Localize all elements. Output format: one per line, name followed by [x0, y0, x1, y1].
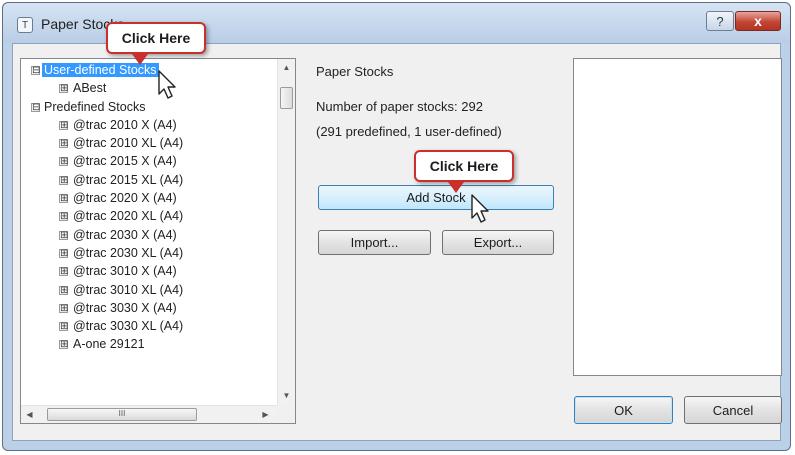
tree-item-label: @trac 3030 X (A4) [73, 300, 177, 315]
expand-icon[interactable]: ⊞ [59, 248, 68, 258]
expand-icon[interactable]: ⊞ [59, 175, 68, 185]
export-button[interactable]: Export... [442, 230, 554, 255]
tree-item-label: A-one 29121 [73, 337, 145, 352]
tree-item[interactable]: ⊞ @trac 2020 X (A4) [21, 190, 277, 208]
scroll-left-icon[interactable]: ◀ [21, 406, 38, 423]
add-stock-button[interactable]: Add Stock [318, 185, 554, 210]
tree-item[interactable]: ⊞ ABest [21, 80, 277, 98]
tree-item[interactable]: ⊞ @trac 2015 XL (A4) [21, 172, 277, 190]
expand-icon[interactable]: ⊞ [59, 230, 68, 240]
tree-item-label: @trac 2020 XL (A4) [73, 209, 184, 224]
expand-icon[interactable]: ⊞ [59, 285, 68, 295]
close-button[interactable]: x [735, 11, 781, 31]
scroll-up-icon[interactable]: ▲ [278, 59, 295, 76]
tree-item[interactable]: ⊞ @trac 2010 XL (A4) [21, 135, 277, 153]
vertical-scrollbar[interactable]: ▲ ▼ [277, 59, 295, 405]
help-button[interactable]: ? [706, 11, 734, 31]
group-label: Paper Stocks [316, 64, 394, 79]
scroll-down-icon[interactable]: ▼ [278, 387, 295, 404]
tree-item-label: @trac 2015 X (A4) [73, 154, 177, 169]
tree-item-label: @trac 2030 X (A4) [73, 227, 177, 242]
tree-list: ⊟ User-defined Stocks ⊞ ABest ⊟ Predefined St… [21, 62, 277, 404]
expand-icon[interactable]: ⊞ [59, 340, 68, 350]
expand-icon[interactable]: ⊞ [59, 120, 68, 130]
tree-item-label: @trac 2015 XL (A4) [73, 172, 184, 187]
tree-item-label: @trac 2020 X (A4) [73, 191, 177, 206]
tree-item-label: @trac 2030 XL (A4) [73, 245, 184, 260]
app-icon: T [17, 17, 33, 33]
tree-item[interactable]: ⊟ Predefined Stocks [21, 99, 277, 117]
expand-icon[interactable]: ⊞ [59, 194, 68, 204]
callout-pointer-top [132, 54, 148, 65]
expand-icon[interactable]: ⊞ [59, 139, 68, 149]
tree-item-label: @trac 2010 XL (A4) [73, 136, 184, 151]
collapse-icon[interactable]: ⊟ [31, 66, 40, 76]
stocks-tree[interactable]: ⊟ User-defined Stocks ⊞ ABest ⊟ Predefined St… [20, 58, 296, 424]
tree-item[interactable]: ⊞ @trac 2030 XL (A4) [21, 245, 277, 263]
stock-preview [573, 58, 782, 376]
horizontal-scrollbar[interactable]: ◀ III ▶ [21, 405, 277, 423]
tree-item[interactable]: ⊞ @trac 3010 XL (A4) [21, 282, 277, 300]
scroll-right-icon[interactable]: ▶ [257, 406, 274, 423]
mouse-cursor-icon [158, 70, 176, 99]
callout-pointer-mid [448, 182, 464, 193]
tree-item[interactable]: ⊞ @trac 3030 X (A4) [21, 300, 277, 318]
expand-icon[interactable]: ⊞ [59, 84, 68, 94]
mouse-cursor-icon [471, 194, 489, 223]
tree-item-label: @trac 3010 XL (A4) [73, 282, 184, 297]
collapse-icon[interactable]: ⊟ [31, 102, 40, 112]
click-here-callout-top: Click Here [106, 22, 206, 54]
horizontal-scroll-thumb[interactable]: III [47, 408, 197, 421]
import-button[interactable]: Import... [318, 230, 431, 255]
tree-item-label: @trac 3030 XL (A4) [73, 319, 184, 334]
tree-item[interactable]: ⊞ @trac 2030 X (A4) [21, 227, 277, 245]
tree-item-label: @trac 2010 X (A4) [73, 117, 177, 132]
tree-item-label: Predefined Stocks [44, 99, 146, 114]
tree-item[interactable]: ⊞ A-one 29121 [21, 336, 277, 354]
cancel-button[interactable]: Cancel [684, 396, 782, 424]
tree-item[interactable]: ⊞ @trac 2010 X (A4) [21, 117, 277, 135]
stock-count-text: Number of paper stocks: 292 [316, 99, 483, 114]
click-here-callout-mid: Click Here [414, 150, 514, 182]
tree-item[interactable]: ⊞ @trac 3030 XL (A4) [21, 318, 277, 336]
tree-item[interactable]: ⊞ @trac 2020 XL (A4) [21, 208, 277, 226]
expand-icon[interactable]: ⊞ [59, 212, 68, 222]
tree-item-label: @trac 3010 X (A4) [73, 264, 177, 279]
expand-icon[interactable]: ⊞ [59, 322, 68, 332]
expand-icon[interactable]: ⊞ [59, 267, 68, 277]
tree-item[interactable]: ⊞ @trac 2015 X (A4) [21, 153, 277, 171]
tree-item-label: ABest [73, 81, 107, 96]
scrollbar-corner [277, 405, 295, 423]
expand-icon[interactable]: ⊞ [59, 157, 68, 167]
tree-item[interactable]: ⊞ @trac 3010 X (A4) [21, 263, 277, 281]
ok-button[interactable]: OK [574, 396, 673, 424]
vertical-scroll-thumb[interactable] [280, 87, 293, 109]
expand-icon[interactable]: ⊞ [59, 303, 68, 313]
stock-breakdown-text: (291 predefined, 1 user-defined) [316, 124, 502, 139]
tree-item-label: User-defined Stocks [42, 63, 159, 77]
tree-item[interactable]: ⊟ User-defined Stocks [21, 62, 277, 80]
